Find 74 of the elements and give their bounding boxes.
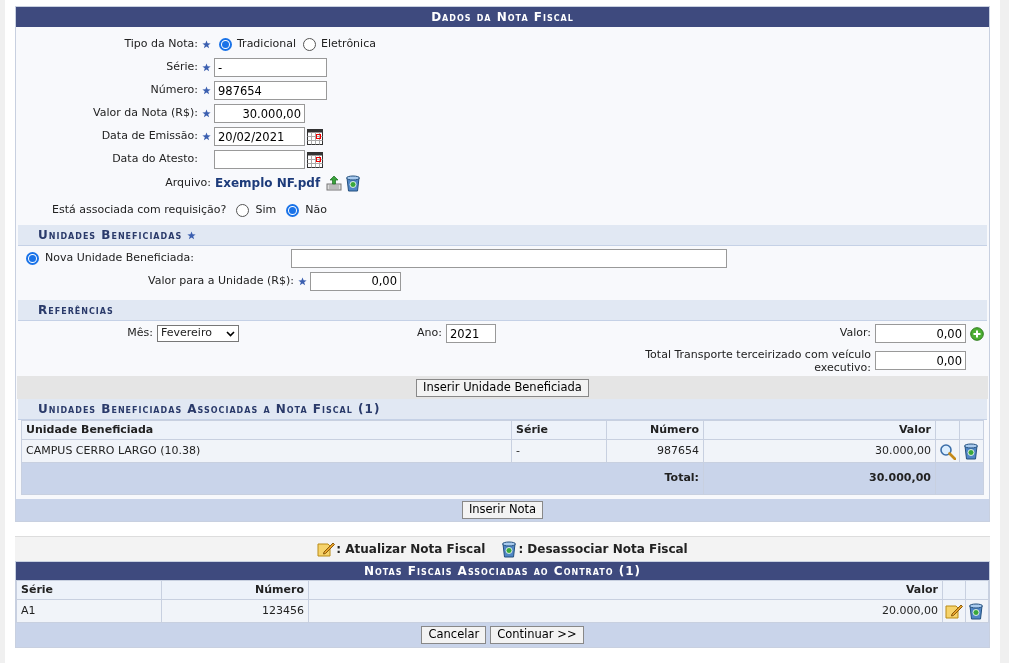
add-icon[interactable] [970,326,984,341]
edit-note-icon[interactable] [317,541,336,557]
date-field[interactable] [214,150,305,169]
edit-note-icon[interactable] [945,603,963,619]
search-icon[interactable] [939,442,956,460]
field-label: Tipo da Nota: [123,36,199,53]
field-label: Mês: [126,325,154,342]
unit-name-field[interactable] [291,248,727,268]
radio-label: Tradicional [237,36,296,53]
field-label: Série: [165,59,199,76]
section-title: Unidades Beneficiadas Associadas a Nota Fiscal (1) [38,401,381,418]
trash-icon[interactable] [345,174,362,192]
radio-button[interactable] [26,251,39,265]
radio-button[interactable] [219,38,232,51]
column-header: Valor [308,580,943,600]
legend-label: : Atualizar Nota Fiscal [336,541,486,558]
total-value: 30.000,00 [703,462,936,495]
chevron-down-icon [226,330,235,337]
column-header: Valor [703,420,936,440]
amount-field[interactable]: 30.000,00 [214,104,305,123]
radio-label: Sim [255,201,277,218]
column-header: Série [16,580,162,600]
section-title: Unidades Beneficiadas [38,227,183,244]
table-cell: - [511,439,607,463]
trash-icon[interactable] [963,442,979,460]
field-label: Valor para a Unidade (R$): [147,272,295,289]
table-cell: 123456 [161,599,309,623]
form-button[interactable]: Inserir Unidade Beneficiada [416,378,589,397]
field-label: Total Transporte terceirizado com veículo executivo: [644,347,872,374]
panel-title: Dados da Nota Fiscal [431,9,574,26]
table-cell: A1 [16,599,162,623]
column-header: Unidade Beneficiada [21,420,512,440]
year-field[interactable]: 2021 [446,324,496,343]
form-button[interactable]: Continuar >> [490,626,584,644]
field-label: Número: [149,82,199,99]
date-field[interactable]: 20/02/2021 [214,127,305,146]
table-cell: 30.000,00 [703,439,936,463]
month-select[interactable]: Fevereiro [157,325,239,342]
column-header: Número [161,580,309,600]
column-header: Número [606,420,704,440]
radio-button[interactable] [236,203,250,217]
panel-title: Notas Fiscais Associadas ao Contrato (1) [363,563,642,580]
calendar-icon[interactable] [307,128,323,145]
radio-button[interactable] [303,38,316,51]
radio-button[interactable] [286,203,300,217]
file-link[interactable]: Exemplo NF.pdf [215,174,321,192]
legend-label: : Desassociar Nota Fiscal [518,541,688,558]
form-button[interactable]: Cancelar [421,626,487,644]
form-button[interactable]: Inserir Nota [461,501,544,519]
text-field[interactable]: 987654 [214,81,327,100]
upload-icon[interactable] [326,175,343,191]
trash-icon[interactable] [968,602,984,620]
field-label: Ano: [416,325,443,342]
radio-label: Eletrônica [321,36,376,53]
field-label: Data do Atesto: [111,151,199,168]
field-label: Está associada com requisição? [52,201,227,218]
table-cell: 987654 [606,439,704,463]
amount-field[interactable]: 0,00 [875,324,966,343]
field-label: Arquivo: [164,174,212,191]
column-header: Série [511,420,607,440]
calendar-icon[interactable] [307,151,323,168]
table-cell: CAMPUS CERRO LARGO (10.38) [21,439,512,463]
radio-label: Não [305,201,327,218]
amount-field[interactable]: 0,00 [875,351,966,370]
trash-icon[interactable] [501,540,518,558]
field-label: Data de Emissão: [100,128,199,145]
field-label: Valor da Nota (R$): [92,105,199,122]
table-cell: 20.000,00 [308,599,943,623]
field-label: Valor: [838,325,872,342]
text-field[interactable]: - [214,58,327,77]
section-title: Referências [38,302,114,319]
amount-field[interactable]: 0,00 [310,271,401,291]
field-label: Nova Unidade Beneficiada: [45,249,195,266]
total-label: Total: [21,462,704,495]
